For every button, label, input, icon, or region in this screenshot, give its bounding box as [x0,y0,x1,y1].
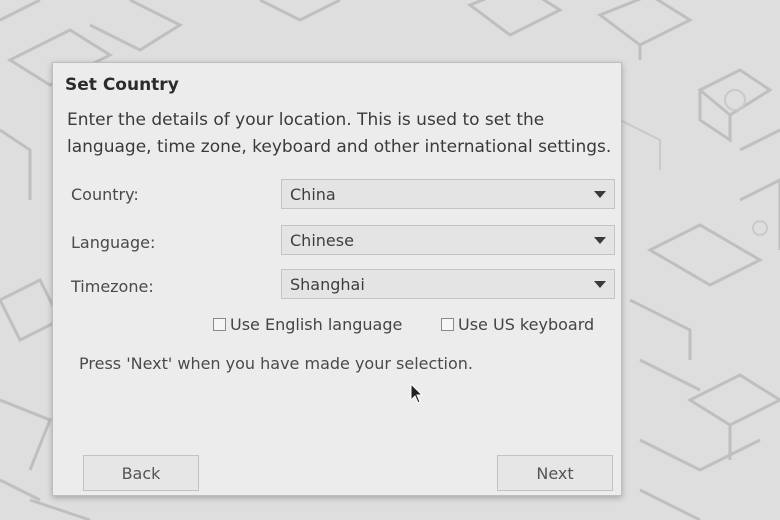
set-country-dialog: Set Country Enter the details of your lo… [52,62,622,496]
use-us-keyboard-label: Use US keyboard [458,315,595,334]
checkbox-icon[interactable] [441,318,454,331]
dropdown-arrow-icon [594,281,606,288]
language-value: Chinese [290,231,354,250]
timezone-label: Timezone: [71,277,154,296]
selection-hint: Press 'Next' when you have made your sel… [79,354,474,373]
use-us-keyboard-checkbox[interactable]: Use US keyboard [441,315,594,334]
dropdown-arrow-icon [594,191,606,198]
checkbox-icon[interactable] [213,318,226,331]
language-label: Language: [71,233,156,252]
country-select[interactable]: China [281,179,615,209]
mouse-pointer-icon [410,383,424,404]
dialog-title: Set Country [65,75,179,95]
dropdown-arrow-icon [594,237,606,244]
next-button[interactable]: Next [497,455,613,491]
timezone-value: Shanghai [290,275,365,294]
language-select[interactable]: Chinese [281,225,615,255]
country-label: Country: [71,185,139,204]
use-english-language-label: Use English language [230,315,403,334]
use-english-language-checkbox[interactable]: Use English language [213,315,402,334]
dialog-intro-text: Enter the details of your location. This… [67,110,612,157]
back-button[interactable]: Back [83,455,199,491]
timezone-select[interactable]: Shanghai [281,269,615,299]
country-value: China [290,185,336,204]
